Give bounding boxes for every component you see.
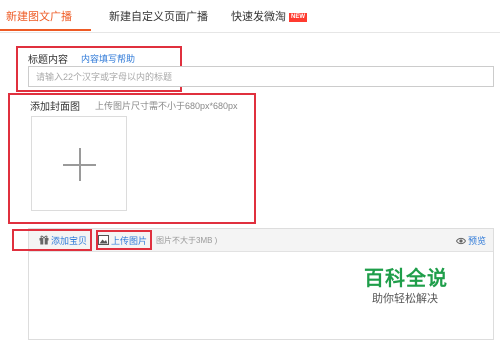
tab-new-image-text-broadcast[interactable]: 新建图文广播 (6, 8, 72, 24)
help-link[interactable]: 内容填写帮助 (81, 52, 135, 65)
tab-bar: 新建图文广播 新建自定义页面广播 快速发微淘 NEW (0, 0, 500, 33)
title-label: 标题内容 (28, 55, 68, 66)
eye-icon (456, 237, 466, 245)
cover-label: 添加封面图 (30, 102, 80, 113)
preview-label: 预览 (468, 236, 487, 246)
cover-upload-box[interactable] (31, 116, 127, 211)
plus-icon-vertical (79, 148, 81, 181)
annotation-box-add-item (12, 229, 92, 251)
cover-size-hint: 上传图片尺寸需不小于680px*680px (95, 101, 238, 111)
tab-quick-weitao-label: 快速发微淘 (231, 11, 286, 23)
title-input[interactable] (28, 66, 494, 87)
watermark-title: 百科全说 (364, 268, 448, 290)
new-badge: NEW (289, 13, 307, 22)
preview-button[interactable]: 预览 (456, 234, 486, 247)
annotation-box-upload-image (96, 230, 152, 250)
watermark-subtitle: 助你轻松解决 (372, 293, 438, 305)
tab-new-custom-page-broadcast[interactable]: 新建自定义页面广播 (109, 8, 208, 24)
active-tab-indicator (0, 29, 91, 31)
image-size-note: 图片不大于3MB ) (156, 236, 218, 245)
tab-quick-weitao[interactable]: 快速发微淘 NEW (231, 8, 307, 24)
